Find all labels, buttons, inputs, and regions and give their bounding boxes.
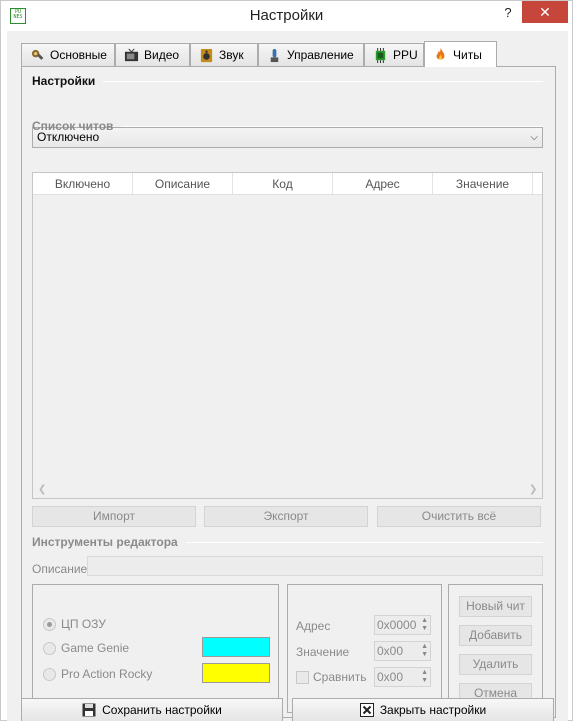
save-settings-button[interactable]: Сохранить настройки: [21, 698, 283, 721]
radio-button[interactable]: [43, 617, 56, 631]
cheat-actions-group: Новый чит Добавить Удалить Отмена: [448, 584, 543, 713]
joystick-icon: [270, 48, 279, 62]
radio-cpu-ram[interactable]: ЦП ОЗУ: [43, 617, 106, 631]
add-button[interactable]: Добавить: [459, 625, 532, 646]
tab-label: Звук: [219, 48, 244, 62]
tab-label: Видео: [144, 48, 180, 62]
pro-action-rocky-color-swatch[interactable]: [202, 663, 270, 683]
value-spinbox[interactable]: 0x00 ▲ ▼: [374, 641, 431, 661]
column-header-enabled[interactable]: Включено: [33, 173, 133, 195]
column-header-value[interactable]: Значение: [433, 173, 533, 195]
checkbox[interactable]: [296, 671, 309, 685]
compare-spinbox[interactable]: 0x00 ▲ ▼: [374, 667, 431, 687]
radio-label: Game Genie: [61, 641, 130, 655]
group-title-text: Инструменты редактора: [32, 535, 178, 549]
close-settings-label: Закрыть настройки: [379, 703, 487, 717]
address-label: Адрес: [296, 619, 331, 633]
scroll-right-icon[interactable]: ❯: [529, 484, 537, 495]
export-button[interactable]: Экспорт: [204, 506, 368, 527]
chip-icon: [375, 47, 386, 63]
description-label: Описание: [32, 562, 88, 576]
radio-button[interactable]: [43, 641, 56, 655]
scroll-left-icon[interactable]: ❮: [38, 484, 46, 495]
editor-group-title: Инструменты редактора: [32, 535, 543, 549]
cheat-list-group-title: Список читов: [32, 119, 543, 133]
settings-group-title: Настройки: [32, 74, 543, 88]
radio-button[interactable]: [43, 667, 56, 681]
title-bar: PU NES Настройки ? ✕: [1, 1, 572, 31]
close-settings-button[interactable]: Закрыть настройки: [292, 698, 554, 721]
column-header-description[interactable]: Описание: [133, 173, 233, 195]
spin-arrows-icon[interactable]: ▲ ▼: [421, 669, 428, 685]
new-cheat-button[interactable]: Новый чит: [459, 596, 532, 617]
group-title-text: Список читов: [32, 119, 114, 133]
game-genie-color-swatch[interactable]: [202, 637, 270, 657]
settings-window: PUNES Настройки ? ✕ Основные Видео Звук: [0, 0, 573, 721]
tab-video[interactable]: Видео: [115, 43, 190, 66]
tab-controls[interactable]: Управление: [258, 43, 364, 66]
divider: [185, 541, 543, 543]
divider: [103, 80, 543, 82]
address-spinbox[interactable]: 0x0000 ▲ ▼: [374, 615, 431, 635]
wrench-gear-icon: [31, 49, 44, 60]
radio-label: ЦП ОЗУ: [61, 617, 106, 631]
horizontal-scrollbar[interactable]: ❮ ❯: [33, 483, 542, 498]
compare-checkbox[interactable]: Сравнить: [296, 670, 367, 685]
fire-icon: [436, 47, 445, 60]
spin-arrows-icon[interactable]: ▲ ▼: [421, 643, 428, 659]
tab-audio[interactable]: Звук: [190, 43, 258, 66]
close-window-button[interactable]: ✕: [522, 1, 568, 23]
tab-ppu[interactable]: PPU: [364, 43, 424, 66]
import-button[interactable]: Импорт: [32, 506, 196, 527]
column-header-address[interactable]: Адрес: [333, 173, 433, 195]
spin-arrows-icon[interactable]: ▲ ▼: [421, 617, 428, 633]
address-value: 0x0000: [377, 618, 417, 632]
column-header-code[interactable]: Код: [233, 173, 333, 195]
radio-pro-action-rocky[interactable]: Pro Action Rocky: [43, 667, 152, 681]
tab-label: Читы: [453, 47, 482, 62]
floppy-disk-icon: [82, 703, 96, 717]
tv-icon: [124, 48, 139, 61]
cheats-panel: Настройки Отключено ⌵ Список читов Включ…: [21, 66, 556, 718]
tab-label: Основные: [50, 48, 107, 62]
delete-button[interactable]: Удалить: [459, 654, 532, 675]
close-box-icon: [359, 703, 374, 717]
tab-label: Управление: [287, 48, 354, 62]
compare-label: Сравнить: [313, 670, 367, 684]
divider: [121, 125, 543, 127]
value-label: Значение: [296, 645, 350, 659]
radio-label: Pro Action Rocky: [61, 667, 153, 681]
group-title-text: Настройки: [32, 74, 96, 88]
tab-cheats[interactable]: Читы: [424, 41, 497, 67]
speaker-icon: [200, 48, 213, 62]
dialog-client: Основные Видео Звук Управление PPU Читы …: [7, 31, 568, 721]
cheat-fields-group: Адрес 0x0000 ▲ ▼ Значение 0x00 ▲ ▼ Сравнит…: [287, 584, 442, 713]
help-button[interactable]: ?: [497, 3, 519, 23]
compare-value: 0x00: [377, 670, 404, 684]
table-header: Включено Описание Код Адрес Значение: [33, 173, 542, 195]
tab-label: PPU: [393, 48, 418, 62]
value-value: 0x00: [377, 644, 404, 658]
window-title: Настройки: [249, 7, 324, 24]
tab-general[interactable]: Основные: [21, 43, 115, 66]
radio-game-genie[interactable]: Game Genie: [43, 641, 129, 655]
clear-all-button[interactable]: Очистить всё: [377, 506, 541, 527]
cheat-list-table[interactable]: Включено Описание Код Адрес Значение ❮ ❯: [32, 172, 543, 499]
cheat-type-group: ЦП ОЗУ Game Genie Pro Action Rocky: [32, 584, 279, 713]
save-settings-label: Сохранить настройки: [102, 703, 222, 717]
description-input[interactable]: [87, 556, 543, 576]
